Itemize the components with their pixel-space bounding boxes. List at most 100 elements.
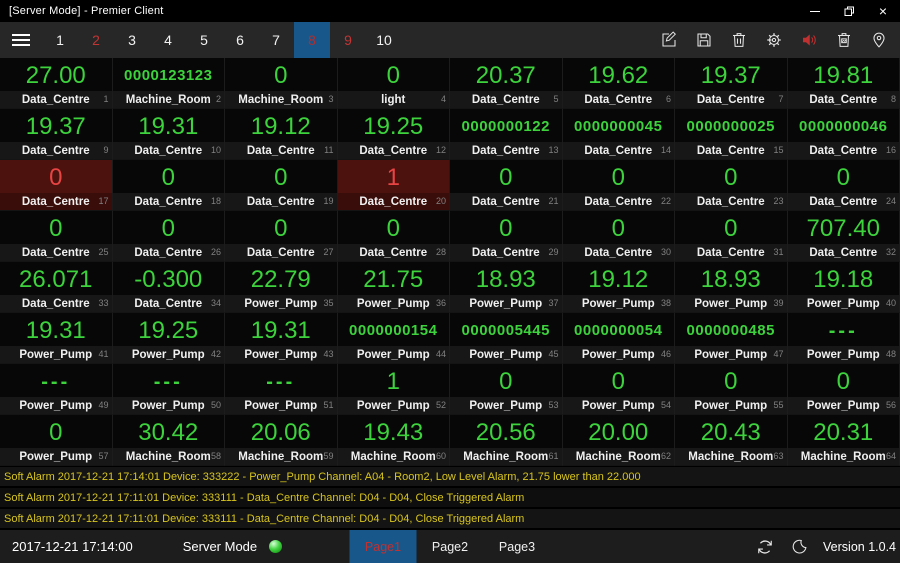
channel-tile[interactable]: 0 Data_Centre 28 (337, 211, 450, 262)
channel-tile[interactable]: 0000005445 Power_Pump 45 (450, 313, 563, 364)
channel-tile[interactable]: 0 Data_Centre 19 (225, 160, 338, 211)
channel-tile[interactable]: 19.25 Power_Pump 42 (112, 313, 225, 364)
channel-index: 27 (323, 247, 334, 257)
channel-label: Data_Centre (21, 246, 90, 259)
channel-tile[interactable]: 21.75 Power_Pump 36 (337, 262, 450, 313)
channel-tile[interactable]: 0000000054 Power_Pump 46 (562, 313, 675, 364)
channel-tile[interactable]: --- Power_Pump 49 (0, 364, 113, 415)
save-icon[interactable] (686, 22, 721, 58)
channel-tile[interactable]: 0 Power_Pump 56 (787, 364, 900, 415)
channel-tile[interactable]: 0 Data_Centre 21 (450, 160, 563, 211)
channel-tile[interactable]: --- Power_Pump 50 (112, 364, 225, 415)
channel-tile[interactable]: 0 Data_Centre 22 (562, 160, 675, 211)
alarm-log-row[interactable]: Soft Alarm 2017-12-21 17:11:01 Device: 3… (0, 488, 900, 507)
channel-tile[interactable]: 0000000046 Data_Centre 16 (787, 109, 900, 160)
toolbar-tab-8[interactable]: 8 (294, 22, 330, 58)
alarm-log-row[interactable]: Soft Alarm 2017-12-21 17:11:01 Device: 3… (0, 509, 900, 528)
toolbar-tab-10[interactable]: 10 (366, 22, 402, 58)
alarm-log-row[interactable]: Soft Alarm 2017-12-21 17:14:01 Device: 3… (0, 467, 900, 486)
channel-tile[interactable]: 20.43 Machine_Room 63 (675, 415, 788, 466)
channel-tile[interactable]: 19.62 Data_Centre 6 (562, 58, 675, 109)
channel-tile[interactable]: 707.40 Data_Centre 32 (787, 211, 900, 262)
channel-tile[interactable]: 0000000154 Power_Pump 44 (337, 313, 450, 364)
channel-tile[interactable]: 0000000122 Data_Centre 13 (450, 109, 563, 160)
channel-tile[interactable]: --- Power_Pump 51 (225, 364, 338, 415)
channel-value: 18.93 (475, 265, 536, 293)
menu-button[interactable] (0, 22, 42, 58)
channel-tile[interactable]: 30.42 Machine_Room 58 (112, 415, 225, 466)
channel-tile[interactable]: 0 Data_Centre 25 (0, 211, 113, 262)
channel-tile[interactable]: 18.93 Power_Pump 39 (675, 262, 788, 313)
channel-label: Power_Pump (356, 348, 430, 361)
channel-tile[interactable]: 0000000025 Data_Centre 15 (675, 109, 788, 160)
channel-tile[interactable]: 0000123123 Machine_Room 2 (112, 58, 225, 109)
page-tab-page3[interactable]: Page3 (484, 530, 551, 563)
channel-tile[interactable]: 20.37 Data_Centre 5 (450, 58, 563, 109)
channel-tile[interactable]: 0 Data_Centre 23 (675, 160, 788, 211)
delete-icon[interactable] (721, 22, 756, 58)
channel-tile[interactable]: 19.31 Data_Centre 10 (112, 109, 225, 160)
channel-tile[interactable]: 19.37 Data_Centre 9 (0, 109, 113, 160)
channel-tile[interactable]: 19.12 Power_Pump 38 (562, 262, 675, 313)
channel-tile[interactable]: 0 Machine_Room 3 (225, 58, 338, 109)
channel-tile[interactable]: 19.18 Power_Pump 40 (787, 262, 900, 313)
page-tab-page2[interactable]: Page2 (417, 530, 484, 563)
channel-tile[interactable]: 0 Data_Centre 31 (675, 211, 788, 262)
channel-tile[interactable]: 20.56 Machine_Room 61 (450, 415, 563, 466)
channel-tile[interactable]: 0 Power_Pump 57 (0, 415, 113, 466)
channel-tile[interactable]: 27.00 Data_Centre 1 (0, 58, 113, 109)
restore-button[interactable] (832, 0, 866, 22)
channel-tile[interactable]: 0 Data_Centre 29 (450, 211, 563, 262)
close-button[interactable]: × (866, 0, 900, 22)
channel-tile[interactable]: 0 Data_Centre 27 (225, 211, 338, 262)
channel-tile[interactable]: 19.81 Data_Centre 8 (787, 58, 900, 109)
image-delete-icon[interactable] (826, 22, 861, 58)
channel-tile[interactable]: 19.37 Data_Centre 7 (675, 58, 788, 109)
channel-tile[interactable]: 0000000045 Data_Centre 14 (562, 109, 675, 160)
channel-tile[interactable]: 20.31 Machine_Room 64 (787, 415, 900, 466)
channel-tile[interactable]: 19.31 Power_Pump 43 (225, 313, 338, 364)
channel-tile[interactable]: 0 light 4 (337, 58, 450, 109)
channel-tile[interactable]: --- Power_Pump 48 (787, 313, 900, 364)
channel-tile[interactable]: 18.93 Power_Pump 37 (450, 262, 563, 313)
channel-tile[interactable]: -0.300 Data_Centre 34 (112, 262, 225, 313)
channel-index: 48 (885, 349, 896, 359)
channel-tile[interactable]: 20.06 Machine_Room 59 (225, 415, 338, 466)
channel-tile[interactable]: 0 Data_Centre 17 (0, 160, 113, 211)
toolbar-tab-5[interactable]: 5 (186, 22, 222, 58)
channel-tile[interactable]: 20.00 Machine_Room 62 (562, 415, 675, 466)
channel-tile[interactable]: 19.31 Power_Pump 41 (0, 313, 113, 364)
channel-tile[interactable]: 19.25 Data_Centre 12 (337, 109, 450, 160)
page-tab-page1[interactable]: Page1 (349, 530, 417, 563)
channel-tile[interactable]: 0 Data_Centre 18 (112, 160, 225, 211)
channel-tile[interactable]: 0 Data_Centre 30 (562, 211, 675, 262)
channel-tile[interactable]: 1 Data_Centre 20 (337, 160, 450, 211)
toolbar-tab-3[interactable]: 3 (114, 22, 150, 58)
toolbar-tab-9[interactable]: 9 (330, 22, 366, 58)
toolbar-tab-2[interactable]: 2 (78, 22, 114, 58)
channel-tile[interactable]: 19.43 Machine_Room 60 (337, 415, 450, 466)
channel-tile[interactable]: 22.79 Power_Pump 35 (225, 262, 338, 313)
channel-tile[interactable]: 0 Power_Pump 55 (675, 364, 788, 415)
sync-icon[interactable] (751, 530, 779, 563)
minimize-button[interactable] (798, 0, 832, 22)
channel-tile[interactable]: 0000000485 Power_Pump 47 (675, 313, 788, 364)
toolbar-tab-6[interactable]: 6 (222, 22, 258, 58)
channel-tile[interactable]: 19.12 Data_Centre 11 (225, 109, 338, 160)
channel-tile[interactable]: 1 Power_Pump 52 (337, 364, 450, 415)
channel-tile[interactable]: 0 Data_Centre 24 (787, 160, 900, 211)
toolbar-tab-1[interactable]: 1 (42, 22, 78, 58)
channel-tile[interactable]: 0 Power_Pump 53 (450, 364, 563, 415)
channel-tile[interactable]: 0 Data_Centre 26 (112, 211, 225, 262)
channel-label: Data_Centre (471, 246, 540, 259)
toolbar-tab-7[interactable]: 7 (258, 22, 294, 58)
edit-icon[interactable] (651, 22, 686, 58)
night-mode-icon[interactable] (785, 530, 813, 563)
location-icon[interactable] (861, 22, 896, 58)
channel-tile[interactable]: 26.071 Data_Centre 33 (0, 262, 113, 313)
channel-index: 25 (98, 247, 109, 257)
settings-icon[interactable] (756, 22, 791, 58)
toolbar-tab-4[interactable]: 4 (150, 22, 186, 58)
speaker-icon[interactable] (791, 22, 826, 58)
channel-tile[interactable]: 0 Power_Pump 54 (562, 364, 675, 415)
